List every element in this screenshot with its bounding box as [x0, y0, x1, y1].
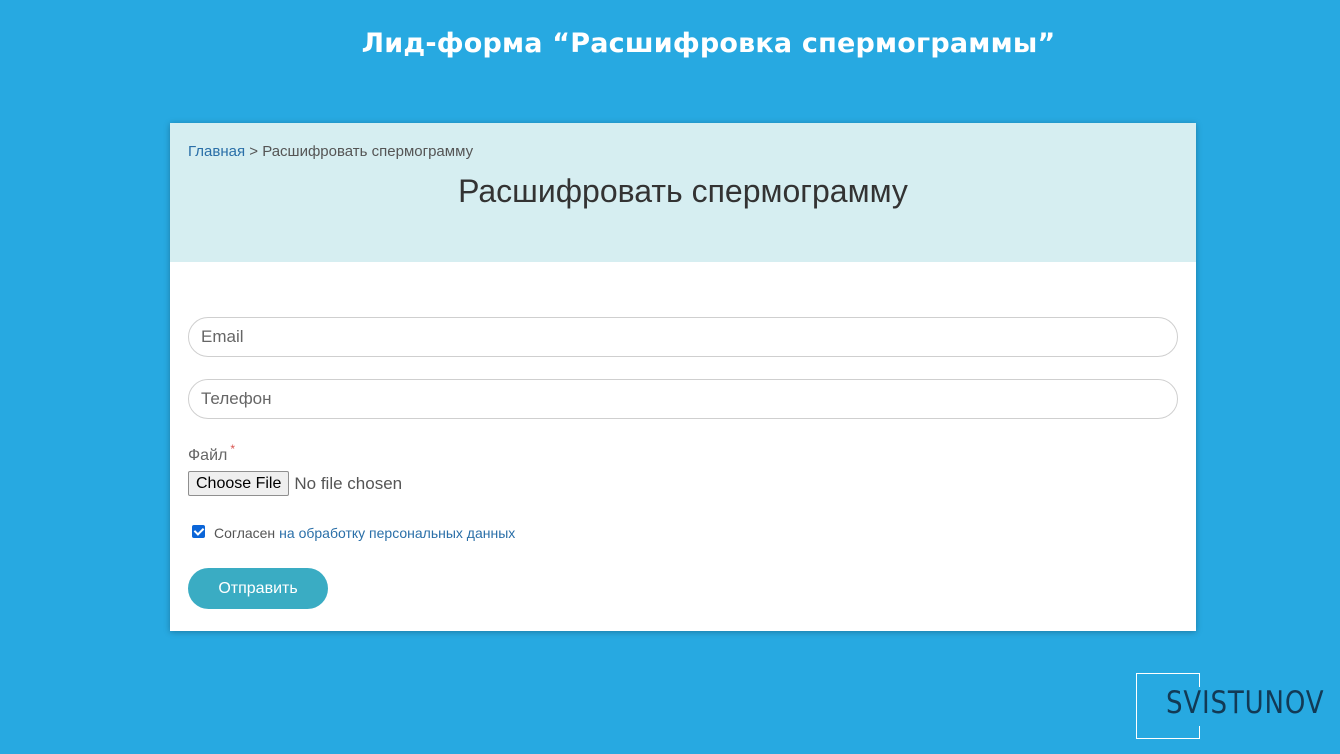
file-status-text: No file chosen: [294, 473, 403, 493]
logo-frame: [1136, 673, 1200, 674]
consent-text: Согласен: [214, 525, 276, 541]
required-asterisk: *: [230, 442, 236, 456]
file-field-label: Файл *: [188, 442, 235, 465]
breadcrumb: Главная > Расшифровать спермограмму: [188, 143, 473, 160]
choose-file-button[interactable]: Choose File: [188, 471, 290, 496]
logo-text: SVISTUNOV: [1166, 685, 1325, 721]
logo-frame: [1136, 738, 1200, 739]
form-card: Главная > Расшифровать спермограмму Расш…: [170, 123, 1196, 631]
slide-title: Лид-форма “Расшифровка спермограммы”: [361, 28, 1056, 59]
card-header: Главная > Расшифровать спермограмму Расш…: [170, 123, 1196, 262]
breadcrumb-separator: >: [249, 143, 259, 160]
privacy-policy-link[interactable]: на обработку персональных данных: [279, 525, 515, 541]
file-label-text: Файл: [188, 447, 228, 464]
consent-checkbox[interactable]: [192, 524, 205, 538]
page-title: Расшифровать спермограмму: [458, 173, 908, 209]
consent-row: Согласен на обработку персональных данны…: [192, 524, 515, 541]
breadcrumb-home-link[interactable]: Главная: [188, 143, 245, 160]
logo-frame: [1136, 673, 1137, 739]
breadcrumb-current: Расшифровать спермограмму: [262, 143, 474, 160]
email-input[interactable]: [188, 317, 1178, 357]
phone-input[interactable]: [188, 379, 1178, 419]
submit-button[interactable]: Отправить: [188, 568, 328, 609]
file-upload-field: Choose File No file chosen: [188, 471, 402, 496]
logo-frame: [1199, 726, 1200, 739]
brand-logo: SVISTUNOV: [1136, 673, 1336, 739]
